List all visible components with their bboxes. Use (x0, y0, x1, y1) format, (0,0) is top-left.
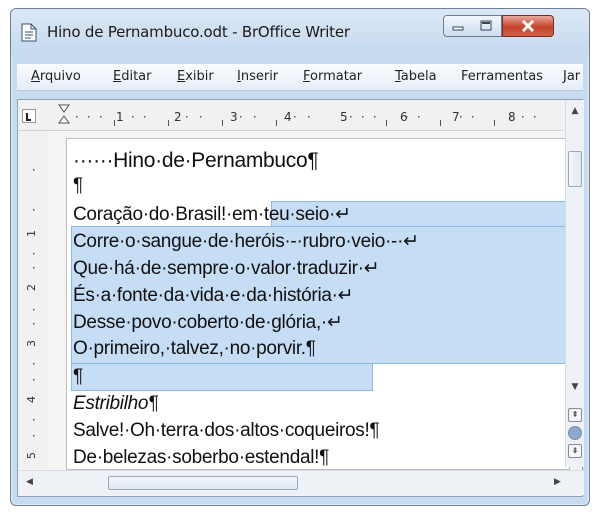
title-bar[interactable]: Hino de Pernambuco.odt - BrOffice Writer (11, 9, 589, 55)
paragraph-line: ¶ (73, 175, 83, 196)
menu-editar-mnemonic: E (113, 69, 122, 84)
document-heading: ······Hino·de·Pernambuco¶ (73, 149, 319, 172)
paragraph-line: Coração·do·Brasil!·em·teu·seio·↵ (73, 204, 351, 225)
minimize-button[interactable] (443, 15, 473, 37)
document-icon (21, 23, 37, 42)
tab-stop-selector[interactable] (22, 109, 36, 123)
menu-janela-label: Jar (563, 69, 581, 84)
paragraph-line: Que·há·de·sempre·o·valor·traduzir·↵ (73, 258, 380, 279)
paragraph-line: Desse·povo·coberto·de·glória,·↵ (73, 312, 343, 333)
minimize-icon (452, 26, 464, 31)
ruler-ticks (76, 116, 536, 126)
menu-exibir[interactable]: Exibir (177, 69, 214, 84)
menu-exibir-label: xibir (185, 69, 214, 84)
horizontal-ruler[interactable]: 1 2 3 4 5 6 7 8 (18, 100, 564, 131)
menu-arquivo-label: rquivo (39, 69, 81, 84)
maximize-icon (480, 20, 492, 31)
paragraph-line: Estribilho¶ (73, 393, 159, 414)
menu-arquivo[interactable]: Arquivo (31, 69, 81, 84)
ruler-mark: 3 (230, 110, 238, 124)
menu-inserir-label: nserir (240, 69, 279, 84)
indent-marker-icon[interactable] (58, 104, 70, 126)
scroll-right-icon[interactable]: ▶ (554, 477, 561, 487)
ruler-mark: 7 (452, 110, 460, 124)
menu-editar[interactable]: Editar (113, 69, 152, 84)
close-icon (521, 19, 535, 33)
ruler-mark: 4 (284, 110, 292, 124)
horizontal-scroll-thumb[interactable] (108, 476, 298, 490)
menu-janela[interactable]: Jar (563, 69, 580, 84)
menu-formatar[interactable]: Formatar (303, 69, 362, 84)
ruler-mark: 6 (400, 110, 408, 124)
paragraph-line: O·primeiro,·talvez,·no·porvir.¶ (73, 338, 316, 359)
paragraph-line: És·a·fonte·da·vida·e·da·história·↵ (73, 285, 354, 306)
menu-tabela-label: abela (400, 69, 437, 84)
navigator-icon[interactable] (568, 426, 582, 440)
selection-highlight (71, 363, 373, 391)
paragraph-line: ¶ (73, 366, 83, 387)
scroll-down-icon[interactable]: ▼ (568, 382, 582, 392)
next-page-icon[interactable]: ⇟ (568, 444, 582, 458)
menu-ferramentas[interactable]: Ferramentas (461, 69, 543, 84)
menu-bar: Arquivo Editar Exibir Inserir Formatar T… (17, 64, 583, 91)
paragraph-line: Corre·o·sangue·de·heróis·-·rubro·veio·-·… (73, 231, 419, 252)
horizontal-scrollbar[interactable]: ◀ ▶ (18, 470, 584, 495)
vertical-scrollbar[interactable]: ▲ ▼ ⇞ ⇟ (565, 100, 584, 467)
window-title: Hino de Pernambuco.odt - BrOffice Writer (47, 23, 350, 41)
menu-arquivo-mnemonic: A (31, 69, 40, 84)
scroll-up-icon[interactable]: ▲ (568, 106, 582, 116)
vertical-scroll-thumb[interactable] (568, 151, 582, 187)
ruler-mark: 2 (174, 110, 182, 124)
ruler-mark: 1 (116, 110, 124, 124)
menu-tabela[interactable]: Tabela (395, 69, 437, 84)
scroll-left-icon[interactable]: ◀ (26, 477, 33, 487)
menu-inserir[interactable]: Inserir (237, 69, 278, 84)
paragraph-line: De·belezas·soberbo·estendal!¶ (73, 447, 330, 468)
menu-ferramentas-label: Ferramentas (461, 69, 543, 84)
ruler-mark: 5 (340, 110, 348, 124)
close-button[interactable] (502, 15, 554, 37)
paragraph-line: Salve!·Oh·terra·dos·altos·coqueiros!¶ (73, 420, 380, 441)
menu-exibir-mnemonic: E (177, 69, 186, 84)
maximize-button[interactable] (472, 15, 502, 37)
document-area: 1 2 3 4 5 6 7 8 1 2 3 4 5 ······Hino·de·… (17, 99, 584, 497)
ruler-mark: 8 (508, 110, 516, 124)
menu-formatar-mnemonic: F (303, 69, 311, 84)
menu-formatar-label: ormatar (310, 69, 363, 84)
menu-editar-label: ditar (121, 69, 152, 84)
writer-window: Hino de Pernambuco.odt - BrOffice Writer… (10, 8, 590, 506)
document-page[interactable]: ······Hino·de·Pernambuco¶ ¶ Coração·do·B… (66, 138, 570, 470)
vertical-ruler-ticks (33, 169, 35, 437)
vertical-ruler[interactable]: 1 2 3 4 5 (18, 131, 48, 467)
previous-page-icon[interactable]: ⇞ (568, 408, 582, 422)
